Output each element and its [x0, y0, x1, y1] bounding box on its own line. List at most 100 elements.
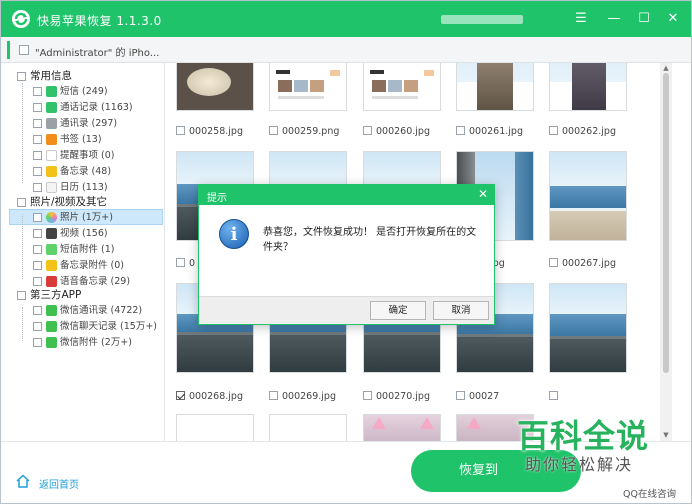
preview-part [278, 80, 292, 92]
dialog-title: 提示 [207, 193, 227, 204]
category-sidebar: 常用信息 短信 (249) 通话记录 (1163) 通讯录 (297) 书签 (… [1, 63, 165, 441]
preview-part [370, 70, 384, 74]
return-home-link[interactable]: 返回首页 [39, 476, 79, 491]
home-icon[interactable] [15, 473, 31, 489]
scrollbar-thumb[interactable] [663, 73, 669, 373]
info-icon: i [219, 219, 249, 249]
photo-water [550, 314, 626, 336]
photo-sand [550, 211, 626, 240]
sidebar-item-label: 提醒事项 (0) [60, 150, 115, 161]
dialog-cancel-button[interactable]: 取消 [433, 301, 489, 320]
file-checkbox[interactable] [176, 126, 185, 135]
file-name[interactable]: 0 [176, 257, 195, 271]
webpage-preview [368, 68, 438, 108]
device-checkbox[interactable] [19, 45, 29, 55]
close-button[interactable]: ✕ [664, 10, 682, 28]
file-name[interactable]: 000258.jpg [176, 125, 243, 139]
cat-ear-icon [420, 417, 434, 429]
item-checkbox[interactable] [33, 229, 42, 238]
file-thumbnail[interactable] [549, 63, 627, 111]
file-name[interactable]: 00027 [456, 390, 499, 404]
file-checkbox-checked[interactable] [176, 391, 185, 400]
file-checkbox[interactable] [363, 391, 372, 400]
file-name[interactable]: 000260.jpg [363, 125, 430, 139]
scroll-down-arrow[interactable]: ▼ [662, 431, 670, 439]
minimize-button[interactable]: — [605, 10, 623, 28]
preview-part [372, 80, 386, 92]
file-thumbnail[interactable] [363, 414, 441, 441]
file-name[interactable]: 000268.jpg [176, 390, 243, 404]
sidebar-item-label: 备忘录 (48) [60, 166, 112, 177]
photo-water [550, 186, 626, 208]
category-checkbox[interactable] [17, 198, 26, 207]
device-accent [7, 41, 10, 59]
file-checkbox[interactable] [549, 126, 558, 135]
category-label: 照片/视频及其它 [30, 196, 108, 208]
scroll-up-arrow[interactable]: ▲ [662, 64, 670, 72]
item-checkbox[interactable] [33, 183, 42, 192]
item-checkbox[interactable] [33, 87, 42, 96]
qq-online-consult[interactable]: QQ在线咨询 [623, 486, 676, 500]
file-name[interactable] [549, 390, 562, 404]
category-label: 常用信息 [30, 70, 72, 82]
item-checkbox[interactable] [33, 167, 42, 176]
category-checkbox[interactable] [17, 291, 26, 300]
sidebar-item-label: 照片 (1万+) [60, 212, 113, 223]
file-thumbnail[interactable] [176, 414, 254, 441]
file-name-text: 000260.jpg [376, 126, 430, 137]
file-thumbnail[interactable] [549, 283, 627, 373]
file-thumbnail[interactable] [176, 63, 254, 111]
item-checkbox[interactable] [33, 306, 42, 315]
dialog-message: 恭喜您，文件恢复成功！ 是否打开恢复所在的文件夹？ [263, 227, 477, 253]
photo-sky [550, 284, 626, 314]
file-checkbox[interactable] [456, 391, 465, 400]
file-name[interactable]: 000262.jpg [549, 125, 616, 139]
cat-ear-icon [467, 417, 481, 429]
item-checkbox[interactable] [33, 213, 42, 222]
file-name-text: 0 [189, 258, 196, 269]
item-checkbox[interactable] [33, 338, 42, 347]
dialog-ok-button[interactable]: 确定 [370, 301, 426, 320]
file-checkbox[interactable] [176, 258, 185, 267]
tree-line [22, 83, 23, 183]
file-name[interactable]: 000261.jpg [456, 125, 523, 139]
photo-sky [177, 152, 253, 184]
file-checkbox[interactable] [269, 391, 278, 400]
file-name[interactable]: 000259.png [269, 125, 339, 139]
success-dialog: 提示 ✕ i 恭喜您，文件恢复成功！ 是否打开恢复所在的文件夹？ 确定 取消 [198, 184, 495, 325]
file-checkbox[interactable] [456, 126, 465, 135]
item-checkbox[interactable] [33, 277, 42, 286]
file-checkbox[interactable] [269, 126, 278, 135]
file-checkbox[interactable] [549, 391, 558, 400]
item-checkbox[interactable] [33, 103, 42, 112]
item-checkbox[interactable] [33, 261, 42, 270]
file-thumbnail[interactable] [549, 151, 627, 241]
file-checkbox[interactable] [549, 258, 558, 267]
file-name-text: 000267.jpg [562, 258, 616, 269]
sidebar-item-label: 视频 (156) [60, 228, 108, 239]
file-thumbnail[interactable] [269, 63, 347, 111]
app-logo-icon [12, 10, 30, 28]
file-name[interactable]: 000267.jpg [549, 257, 616, 271]
dialog-close-icon[interactable]: ✕ [478, 187, 488, 201]
file-checkbox[interactable] [363, 126, 372, 135]
item-checkbox[interactable] [33, 151, 42, 160]
file-thumbnail[interactable] [269, 414, 347, 441]
item-checkbox[interactable] [33, 135, 42, 144]
file-name[interactable]: 000270.jpg [363, 390, 430, 404]
preview-part [372, 96, 418, 99]
maximize-button[interactable]: ☐ [635, 10, 653, 28]
file-thumbnail[interactable] [456, 63, 534, 111]
item-checkbox[interactable] [33, 119, 42, 128]
vertical-scrollbar[interactable]: ▲ ▼ [660, 63, 672, 441]
file-name[interactable]: 000269.jpg [269, 390, 336, 404]
title-bar: 快易苹果恢复 1.1.3.0 ☰ — ☐ ✕ [1, 1, 691, 37]
device-name: "Administrator" 的 iPho... [35, 48, 160, 59]
file-thumbnail[interactable] [363, 63, 441, 111]
photo-person [477, 63, 513, 110]
item-checkbox[interactable] [33, 245, 42, 254]
category-checkbox[interactable] [17, 72, 26, 81]
photo-rocks [270, 332, 346, 372]
menu-button[interactable]: ☰ [572, 10, 590, 28]
item-checkbox[interactable] [33, 322, 42, 331]
